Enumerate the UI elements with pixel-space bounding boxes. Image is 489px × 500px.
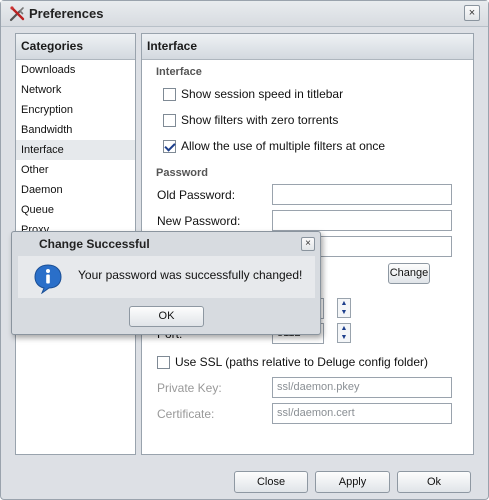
private-key-label: Private Key: bbox=[157, 381, 222, 395]
info-icon bbox=[34, 264, 62, 294]
category-encryption[interactable]: Encryption bbox=[16, 100, 135, 120]
category-other[interactable]: Other bbox=[16, 160, 135, 180]
zero-torrents-checkbox[interactable] bbox=[163, 113, 176, 127]
checkbox-row-multiple-filters[interactable]: Allow the use of multiple filters at onc… bbox=[163, 138, 385, 154]
old-password-input[interactable] bbox=[272, 184, 452, 205]
category-network[interactable]: Network bbox=[16, 80, 135, 100]
port-spinner-down-icon[interactable]: ▼ bbox=[338, 333, 350, 342]
dialog-body: Your password was successfully changed! bbox=[18, 256, 315, 298]
ok-button[interactable]: Ok bbox=[397, 471, 471, 493]
title-bar[interactable]: Preferences × bbox=[1, 1, 488, 27]
multiple-filters-label: Allow the use of multiple filters at onc… bbox=[181, 139, 386, 153]
change-password-button[interactable]: Change bbox=[388, 263, 430, 284]
private-key-input[interactable]: ssl/daemon.pkey bbox=[272, 377, 452, 398]
new-password-label: New Password: bbox=[157, 214, 241, 228]
old-password-label: Old Password: bbox=[157, 188, 236, 202]
multiple-filters-checkbox[interactable] bbox=[163, 139, 176, 153]
dialog-title: Change Successful bbox=[39, 237, 150, 251]
session-speed-label: Show session speed in titlebar bbox=[181, 87, 344, 101]
dialog-close-button[interactable]: × bbox=[301, 237, 315, 251]
tools-icon bbox=[9, 6, 25, 22]
category-downloads[interactable]: Downloads bbox=[16, 60, 135, 80]
zero-torrents-label: Show filters with zero torrents bbox=[181, 113, 339, 127]
certificate-input[interactable]: ssl/daemon.cert bbox=[272, 403, 452, 424]
checkbox-row-session-speed[interactable]: Show session speed in titlebar bbox=[163, 86, 343, 102]
port-spinner[interactable]: ▲ ▼ bbox=[337, 323, 351, 343]
upper-spinner[interactable]: ▲ ▼ bbox=[337, 298, 351, 318]
use-ssl-label: Use SSL (paths relative to Deluge config… bbox=[175, 355, 429, 369]
checkbox-row-use-ssl[interactable]: Use SSL (paths relative to Deluge config… bbox=[157, 354, 428, 370]
certificate-label: Certificate: bbox=[157, 407, 215, 421]
window-title: Preferences bbox=[29, 6, 104, 21]
interface-header: Interface bbox=[142, 34, 473, 60]
section-password-title: Password bbox=[156, 167, 208, 179]
categories-header: Categories bbox=[16, 34, 135, 60]
use-ssl-checkbox[interactable] bbox=[157, 355, 170, 369]
window-close-button[interactable]: × bbox=[464, 5, 480, 21]
spinner-up-icon[interactable]: ▲ bbox=[338, 299, 350, 308]
close-button[interactable]: Close bbox=[234, 471, 308, 493]
checkbox-row-zero-torrents[interactable]: Show filters with zero torrents bbox=[163, 112, 338, 128]
session-speed-checkbox[interactable] bbox=[163, 87, 176, 101]
new-password-input[interactable] bbox=[272, 210, 452, 231]
preferences-window: Preferences × Categories Downloads Netwo… bbox=[0, 0, 489, 500]
spinner-down-icon[interactable]: ▼ bbox=[338, 308, 350, 317]
change-successful-dialog: Change Successful × Your password was su… bbox=[11, 231, 321, 335]
port-spinner-up-icon[interactable]: ▲ bbox=[338, 324, 350, 333]
apply-button[interactable]: Apply bbox=[315, 471, 390, 493]
categories-list: Downloads Network Encryption Bandwidth I… bbox=[16, 60, 135, 240]
category-queue[interactable]: Queue bbox=[16, 200, 135, 220]
dialog-ok-button[interactable]: OK bbox=[129, 306, 204, 327]
section-interface-title: Interface bbox=[156, 66, 202, 78]
category-daemon[interactable]: Daemon bbox=[16, 180, 135, 200]
dialog-message: Your password was successfully changed! bbox=[78, 268, 303, 282]
dialog-footer: OK bbox=[18, 302, 315, 330]
category-interface[interactable]: Interface bbox=[16, 140, 135, 160]
category-bandwidth[interactable]: Bandwidth bbox=[16, 120, 135, 140]
